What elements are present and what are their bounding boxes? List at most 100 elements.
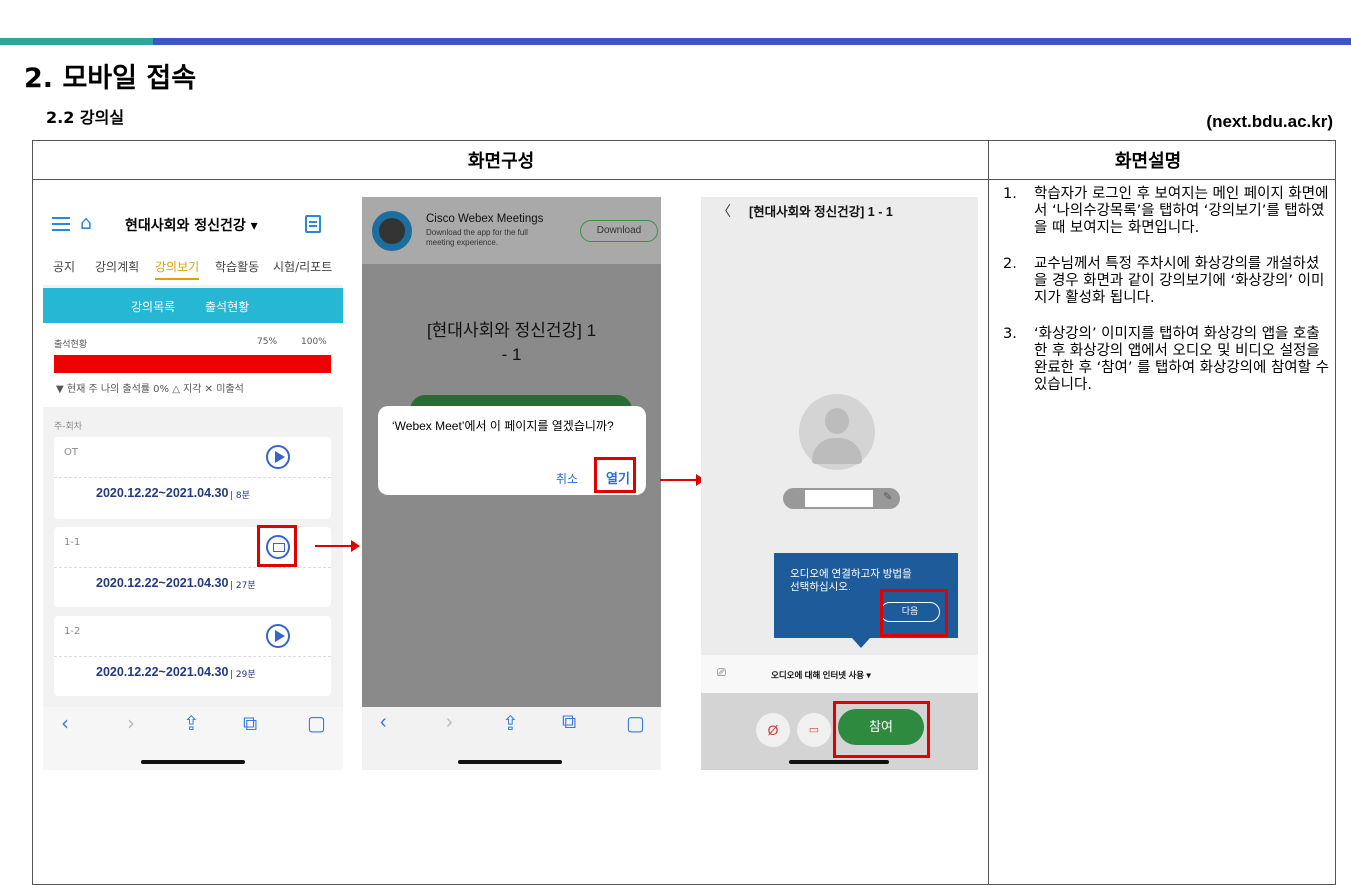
attendance-75: 75% [257, 337, 278, 347]
bookmarks-icon[interactable]: ⧉ [562, 711, 576, 734]
item-number: 3. [1003, 326, 1017, 342]
app-header: ⌂ 현대사회와 정신건강 ▾ [43, 197, 343, 257]
share-icon[interactable]: ⇪ [183, 711, 200, 735]
attendance-panel: 출석현황 75% 100% ▼ 현재 주 나의 출석률 0% △ 지각 ✕ 미출… [43, 323, 343, 407]
tab-syllabus[interactable]: 강의계획 [95, 258, 139, 275]
header-accent-bar-blue [153, 38, 1351, 45]
lecture-date: 2020.12.22~2021.04.30 [96, 486, 229, 500]
table-header-description: 화면설명 [1115, 151, 1182, 172]
back-icon[interactable]: ‹ [380, 711, 387, 734]
divider [54, 656, 331, 657]
tabs-icon[interactable]: ▢ [307, 711, 326, 735]
list-header: 주-회차 [54, 422, 83, 432]
attendance-legend: ▼ 현재 주 나의 출석률 0% △ 지각 ✕ 미출석 [56, 384, 244, 395]
item-text: 교수님께서 특정 주차시에 화상강의를 개설하셨을 경우 화면과 같이 강의보기… [1034, 256, 1325, 306]
cancel-button[interactable]: 취소 [556, 470, 578, 487]
course-tabs: 공지 강의계획 강의보기 학습활동 시험/리포트 [43, 255, 343, 285]
back-icon[interactable]: ‹ [61, 711, 69, 735]
attendance-progress-bar [54, 355, 331, 373]
tab-exams[interactable]: 시험/리포트 [273, 258, 332, 275]
tabs-icon[interactable]: ▢ [626, 711, 645, 736]
forward-icon[interactable]: › [127, 711, 135, 735]
webex-banner: Cisco Webex Meetings Download the app fo… [362, 197, 661, 264]
meeting-title-line1: [현대사회와 정신건강] 1 [426, 321, 597, 340]
section-title: 2.2 강의실 [46, 108, 125, 127]
cast-icon[interactable]: ⎚ [717, 667, 726, 680]
attendance-label: 출석현황 [54, 340, 88, 350]
item-text: ‘화상강의’ 이미지를 탭하여 화상강의 앱을 호출한 후 화상강의 앱에서 오… [1034, 326, 1329, 393]
highlight-open-button [594, 457, 636, 493]
tab-lectures[interactable]: 강의보기 [155, 258, 200, 280]
dialog-message: ‘Webex Meet’에서 이 페이지를 열겠습니까? [392, 419, 614, 433]
phone-screenshot-lecture-list: ⌂ 현대사회와 정신건강 ▾ 공지 강의계획 강의보기 학습활동 시험/리포트 … [43, 197, 343, 770]
item-number: 2. [1003, 256, 1017, 272]
avatar-icon [799, 394, 875, 470]
meeting-title: [현대사회와 정신건강] 1 - 1 [362, 319, 661, 367]
description-item: 1. 학습자가 로그인 후 보여지는 메인 페이지 화면에서 ‘나의수강목록’을 … [1000, 186, 1330, 237]
phone-screenshot-webex-join: 〈 [현대사회와 정신건강] 1 - 1 ✎ 오디오에 연결하고자 방법을 선택… [701, 197, 978, 770]
table-column-divider [988, 140, 989, 885]
arrow-right-icon [315, 540, 360, 552]
highlight-video-button [257, 525, 297, 567]
share-icon[interactable]: ⇪ [502, 711, 519, 736]
forward-icon[interactable]: › [446, 711, 453, 734]
bookmarks-icon[interactable]: ⧉ [243, 711, 257, 735]
sub-tabs: 강의목록 출석현황 [43, 288, 343, 323]
lecture-date: 2020.12.22~2021.04.30 [96, 665, 229, 679]
webex-logo-icon [372, 211, 412, 251]
lecture-duration: | 27분 [230, 581, 256, 591]
name-input[interactable] [805, 490, 873, 507]
meeting-title: [현대사회와 정신건강] 1 - 1 [749, 205, 893, 219]
edit-pencil-icon[interactable]: ✎ [883, 490, 892, 503]
download-button[interactable]: Download [580, 220, 658, 242]
audio-option-bar: ⎚ 오디오에 대해 인터넷 사용 ▾ [701, 655, 978, 693]
lecture-duration: | 8분 [230, 491, 250, 501]
course-selector[interactable]: 현대사회와 정신건강 ▾ [125, 215, 258, 235]
attendance-100: 100% [301, 337, 327, 347]
home-indicator [458, 760, 562, 764]
lecture-card[interactable]: OT 2020.12.22~2021.04.30 | 8분 [54, 437, 331, 519]
divider [54, 477, 331, 478]
home-icon[interactable]: ⌂ [80, 212, 92, 234]
item-number: 1. [1003, 186, 1017, 202]
item-text: 학습자가 로그인 후 보여지는 메인 페이지 화면에서 ‘나의수강목록’을 탭하… [1034, 186, 1329, 236]
home-indicator [789, 760, 889, 764]
play-icon[interactable] [266, 624, 290, 648]
tab-activities[interactable]: 학습활동 [215, 258, 259, 275]
divider [54, 567, 331, 568]
banner-subtitle: Download the app for the full meeting ex… [426, 228, 528, 247]
tab-notice[interactable]: 공지 [53, 258, 75, 275]
audio-select[interactable]: 오디오에 대해 인터넷 사용 ▾ [771, 669, 871, 681]
lecture-label: 1-1 [64, 537, 81, 548]
page-title: 2. 모바일 접속 [24, 63, 197, 94]
hamburger-menu-icon[interactable] [52, 217, 70, 219]
back-icon[interactable]: 〈 [717, 201, 731, 221]
site-url: (next.bdu.ac.kr) [1206, 112, 1333, 131]
header-accent-bar-green [0, 38, 153, 45]
banner-title: Cisco Webex Meetings [426, 213, 544, 225]
meeting-title-line2: - 1 [501, 345, 522, 364]
tooltip-line1: 오디오에 연결하고자 방법을 [790, 568, 912, 580]
lecture-date: 2020.12.22~2021.04.30 [96, 576, 229, 590]
highlight-join-button [833, 701, 930, 758]
table-header-divider [32, 179, 1336, 180]
tooltip-pointer [852, 638, 870, 648]
lecture-label: 1-2 [64, 626, 81, 637]
home-indicator [141, 760, 245, 764]
mute-mic-icon[interactable]: Ø [756, 713, 790, 747]
lecture-duration: | 29분 [230, 670, 256, 680]
table-header-screens: 화면구성 [468, 151, 535, 172]
play-icon[interactable] [266, 445, 290, 469]
lecture-card[interactable]: 1-2 2020.12.22~2021.04.30 | 29분 [54, 616, 331, 696]
video-off-icon[interactable]: ▭ [797, 713, 831, 747]
description-item: 3. ‘화상강의’ 이미지를 탭하여 화상강의 앱을 호출한 후 화상강의 앱에서… [1000, 326, 1330, 394]
notes-icon[interactable] [305, 215, 321, 233]
lecture-label: OT [64, 447, 78, 458]
description-item: 2. 교수님께서 특정 주차시에 화상강의를 개설하셨을 경우 화면과 같이 강의… [1000, 256, 1330, 307]
description-list: 1. 학습자가 로그인 후 보여지는 메인 페이지 화면에서 ‘나의수강목록’을 … [1000, 186, 1330, 413]
subtab-attendance[interactable]: 출석현황 [205, 298, 249, 315]
highlight-next-button [880, 589, 948, 637]
arrow-right-icon [660, 474, 705, 486]
subtab-lecture-list[interactable]: 강의목록 [131, 298, 175, 315]
name-field[interactable]: ✎ [783, 488, 900, 509]
